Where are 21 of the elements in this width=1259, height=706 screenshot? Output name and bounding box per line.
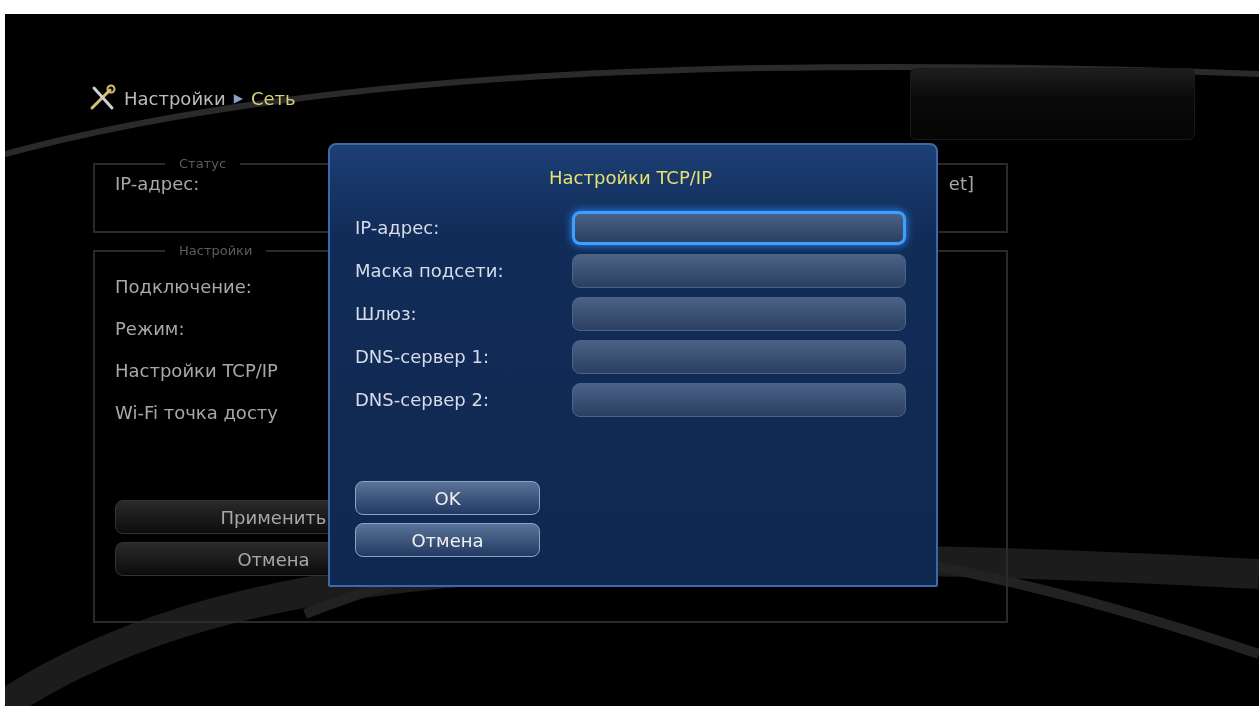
field-label: DNS-сервер 2:: [355, 389, 489, 410]
ip-address-value: et]: [948, 173, 974, 194]
breadcrumb-current: Сеть: [250, 87, 296, 109]
field-label: Маска подсети:: [355, 260, 504, 281]
breadcrumb-separator: ▶: [233, 91, 243, 105]
field-label: IP-адрес:: [355, 217, 440, 238]
input-field[interactable]: [572, 253, 906, 288]
tools-icon: [88, 84, 116, 112]
settings-legend: Настройки: [165, 243, 267, 258]
field-label: DNS-сервер 1:: [355, 346, 489, 367]
dialog-title: Настройки TCP/IP: [548, 167, 713, 188]
input-field[interactable]: [572, 339, 906, 374]
ip-address-label: IP-адрес:: [115, 173, 200, 194]
dialog-button[interactable]: Отмена: [355, 523, 540, 557]
status-legend: Статус: [165, 156, 241, 171]
dialog-button[interactable]: OK: [355, 481, 540, 515]
input-field[interactable]: [572, 210, 906, 245]
input-field[interactable]: [572, 382, 906, 417]
input-field[interactable]: [572, 296, 906, 331]
breadcrumb-root[interactable]: Настройки: [124, 87, 226, 109]
field-label: Шлюз:: [355, 303, 417, 324]
